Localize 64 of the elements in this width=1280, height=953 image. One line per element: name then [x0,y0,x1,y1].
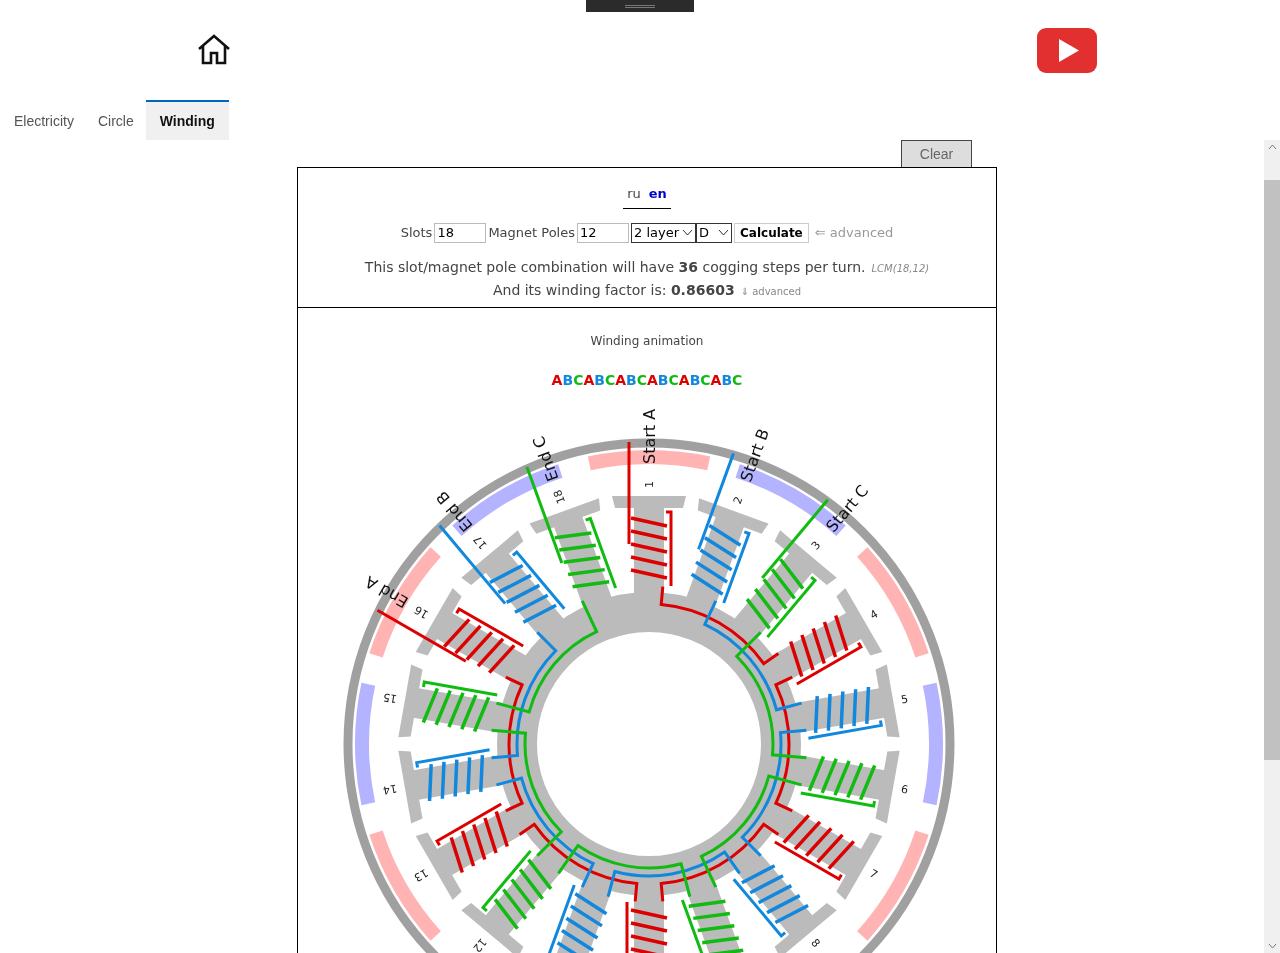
phase-letter: B [626,371,637,390]
phase-letter: A [647,371,658,390]
tab[interactable]: Circle [85,100,146,140]
slot-number: 14 [381,781,398,797]
slot-number: 6 [899,782,910,797]
slot-number: 1 [643,481,656,488]
phase-letter: B [689,371,701,390]
slot-number: 13 [411,865,431,885]
slot-number: 3 [808,538,824,553]
tab[interactable]: Winding [145,100,229,140]
scroll-up-icon[interactable] [1267,144,1277,150]
scrollbar[interactable] [1264,140,1280,953]
video-play-icon[interactable] [1037,27,1097,73]
slot-number: 5 [900,692,910,707]
phase-letter: B [721,371,733,390]
phase-letter: C [700,371,711,390]
phase-letter: A [551,371,563,390]
scrollbar-thumb[interactable] [1264,180,1280,760]
calculate-button[interactable]: Calculate [734,222,809,243]
phase-letter: B [594,371,605,390]
slot-number: 7 [867,866,880,882]
phase-letter: A [615,371,627,390]
slots-field[interactable]: 18 [434,222,487,243]
slot-number: 2 [730,494,746,506]
language-link[interactable]: ru [627,184,641,204]
drag-handle[interactable] [586,0,694,12]
poles-field[interactable]: 12 [577,222,629,243]
lead-label: Start B [736,426,774,485]
language-link[interactable]: en [648,184,667,204]
slot-number: 8 [808,936,823,950]
slot-number: 17 [470,532,490,552]
phase-letter: C [636,371,647,390]
chevron-icon [718,229,729,236]
slot-number: 18 [551,487,568,506]
phase-letter: C [732,371,743,390]
chevron-icon [682,229,693,236]
poles-label: Magnet Poles [488,223,575,242]
phase-letter: C [604,371,616,390]
phase-letter: B [657,371,669,390]
phase-letter: B [562,371,574,390]
phase-letter: C [668,371,679,390]
lead-label: End A [361,572,412,612]
slots-label: Slots [400,223,433,242]
phase-letter: A [710,371,722,390]
clear-button[interactable]: Clear [901,140,972,167]
slot-number: 12 [470,935,490,953]
winding-factor-text: And its winding factor is: 0.86603 [492,280,735,300]
lead-label: End C [528,433,563,484]
phase-letter: A [583,371,595,390]
lcm-note: LCM(18,12) [871,261,930,276]
advanced-link[interactable]: ⇓ advanced [740,283,802,299]
slot-number: 4 [867,607,881,623]
slot-number: 15 [382,690,399,706]
cogging-text: This slot/magnet pole combination will have 36 cogging steps per turn. [364,257,866,277]
scroll-down-icon[interactable] [1267,943,1277,949]
layer-select[interactable]: 2 layer [631,222,696,243]
lead-label: Start A [640,408,659,464]
slot-number: 16 [412,602,431,622]
connection-select[interactable]: D [696,222,732,243]
tab[interactable]: Electricity [2,100,86,140]
home-icon[interactable] [197,34,231,66]
animation-title: Winding animation [590,333,704,350]
phase-letter: C [573,371,584,390]
phase-letter: A [678,371,690,390]
